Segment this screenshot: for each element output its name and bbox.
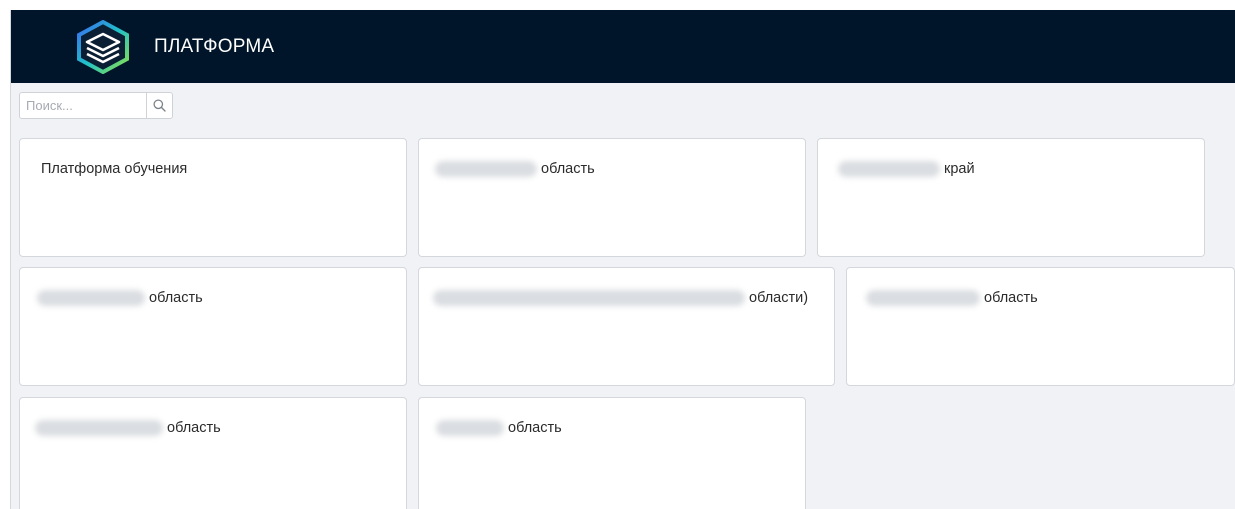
app-frame: ПЛАТФОРМА Платформа обучения область кра… [10, 10, 1235, 509]
search-icon [153, 99, 166, 112]
redacted-text [838, 161, 940, 177]
region-card[interactable]: край [817, 138, 1205, 257]
search-input[interactable] [20, 93, 146, 118]
redacted-text [436, 420, 504, 436]
layers-logo-icon[interactable] [75, 20, 131, 74]
region-card[interactable]: область [418, 138, 806, 257]
redacted-text [35, 420, 163, 436]
search-button[interactable] [146, 93, 172, 118]
card-title: область [167, 420, 221, 436]
region-card[interactable]: область [19, 397, 407, 509]
search-box [19, 92, 173, 119]
card-title: область [984, 290, 1038, 306]
card-title: край [944, 161, 975, 177]
card-title: области) [749, 290, 809, 306]
redacted-text [37, 290, 145, 306]
redacted-text [435, 161, 537, 177]
top-navigation-bar: ПЛАТФОРМА [11, 10, 1235, 83]
redacted-text [866, 290, 980, 306]
card-title: Платформа обучения [41, 161, 188, 177]
redacted-text [433, 290, 745, 306]
region-card[interactable]: область [19, 267, 407, 386]
card-title: область [149, 290, 203, 306]
region-card[interactable]: область [418, 397, 806, 509]
card-title: область [541, 161, 595, 177]
region-card[interactable]: области) [418, 267, 835, 386]
card-title: область [508, 420, 562, 436]
brand-title: ПЛАТФОРМА [154, 36, 275, 57]
region-card[interactable]: область [846, 267, 1235, 386]
region-card[interactable]: Платформа обучения [19, 138, 407, 257]
